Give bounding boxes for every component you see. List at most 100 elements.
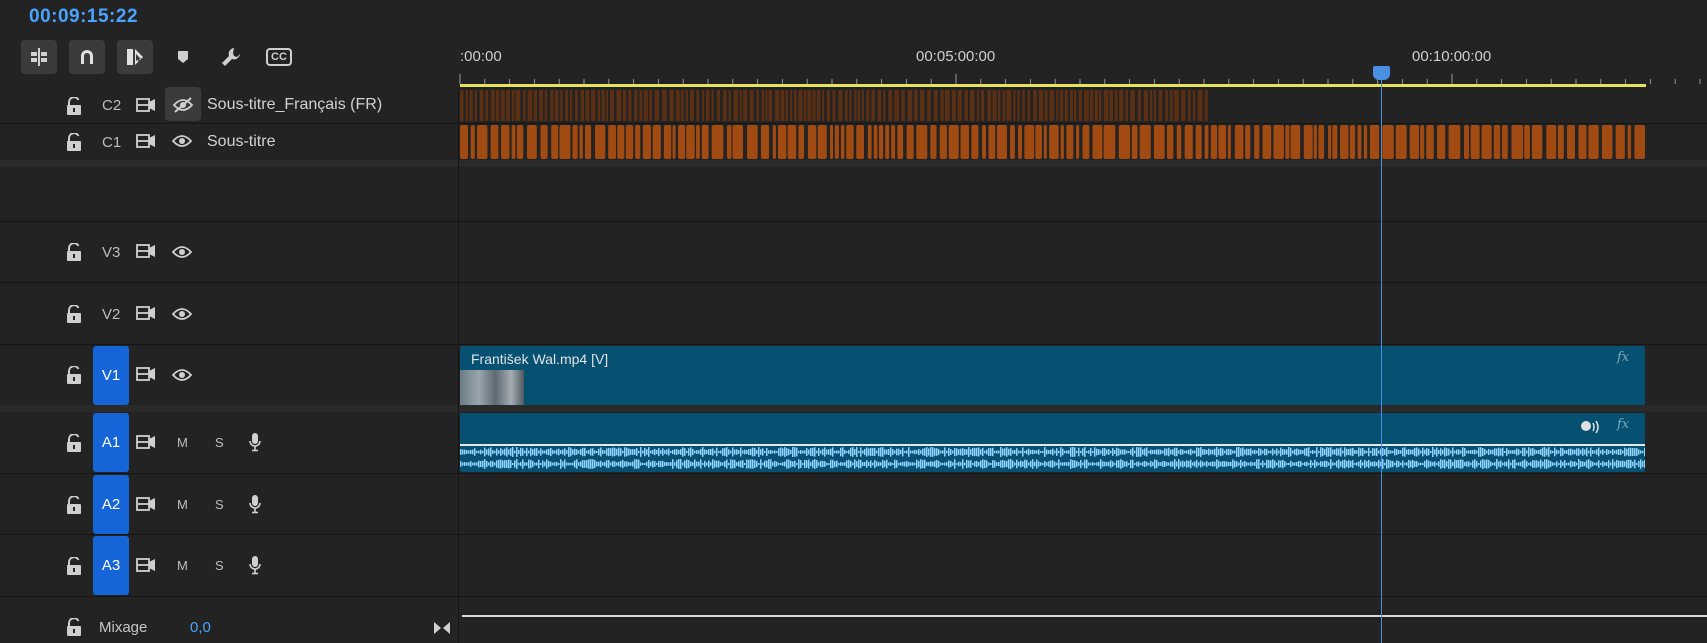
waveform-bar xyxy=(1290,460,1292,468)
video-clip-fx-badge[interactable]: fx xyxy=(1617,350,1629,365)
track-name-c1[interactable]: C1 xyxy=(102,134,121,151)
lock-v2-icon[interactable] xyxy=(66,304,82,323)
waveform-bar xyxy=(800,450,802,454)
waveform-bar xyxy=(770,459,772,469)
sync-lock-c2-icon[interactable] xyxy=(136,97,156,118)
waveform-bar xyxy=(688,448,690,456)
waveform-bar xyxy=(630,449,632,455)
sync-lock-a2-icon[interactable] xyxy=(136,496,156,517)
insert-sequence-button[interactable] xyxy=(21,40,57,74)
solo-a3-button[interactable]: S xyxy=(215,558,224,573)
caption-clip-c2 xyxy=(554,90,559,121)
waveform-bar xyxy=(518,462,520,466)
track-label-c2: Sous-titre_Français (FR) xyxy=(207,96,383,113)
waveform-bar xyxy=(1598,447,1600,457)
waveform-bar xyxy=(840,462,842,466)
track-name-a1[interactable]: A1 xyxy=(93,413,129,472)
track-name-v3[interactable]: V3 xyxy=(102,244,120,261)
mute-a2-button[interactable]: M xyxy=(177,497,188,512)
waveform-bar xyxy=(1020,450,1022,454)
waveform-bar xyxy=(954,459,956,469)
sync-lock-a1-icon[interactable] xyxy=(136,434,156,455)
add-marker-button[interactable] xyxy=(165,40,201,74)
lock-v3-icon[interactable] xyxy=(66,242,82,261)
waveform-bar xyxy=(1068,450,1070,454)
lock-c1-icon[interactable] xyxy=(66,132,82,151)
waveform-bar xyxy=(1574,461,1576,467)
waveform-bar xyxy=(1250,461,1252,467)
waveform-bar xyxy=(1358,447,1360,457)
mix-volume-line[interactable] xyxy=(462,615,1707,617)
sync-lock-v2-icon[interactable] xyxy=(136,305,156,326)
timeline-settings-button[interactable] xyxy=(213,40,249,74)
lock-v1-icon[interactable] xyxy=(66,365,82,384)
audio-level-line[interactable] xyxy=(460,444,1645,446)
current-timecode[interactable]: 00:09:15:22 xyxy=(29,6,138,28)
audio-clip[interactable]: fx xyxy=(460,413,1645,472)
sync-lock-c1-icon[interactable] xyxy=(136,133,156,154)
waveform-bar xyxy=(926,447,928,457)
caption-clip-c1 xyxy=(1184,125,1193,159)
microphone-a1-icon[interactable] xyxy=(248,432,262,457)
waveform-bar xyxy=(666,449,668,455)
caption-clip-c1 xyxy=(490,125,499,159)
captions-button[interactable]: CC xyxy=(261,40,297,74)
mute-a1-button[interactable]: M xyxy=(177,435,188,450)
snap-button[interactable] xyxy=(69,40,105,74)
waveform-bar xyxy=(1052,448,1054,456)
eye-v1-icon[interactable] xyxy=(171,368,193,387)
sync-lock-a3-icon[interactable] xyxy=(136,557,156,578)
linked-selection-button[interactable] xyxy=(117,40,153,74)
time-ruler[interactable]: :00:00 00:05:00:00 00:10:00:00 xyxy=(458,40,1707,88)
track-name-v1[interactable]: V1 xyxy=(93,346,129,405)
caption-clip-c2 xyxy=(1158,90,1163,121)
playhead-handle[interactable] xyxy=(1373,66,1390,80)
playhead-line[interactable] xyxy=(1381,70,1382,643)
caption-clip-c1 xyxy=(1363,125,1368,159)
work-area-bar[interactable] xyxy=(460,84,1646,87)
waveform-bar xyxy=(1520,461,1522,467)
lock-a2-icon[interactable] xyxy=(66,495,82,514)
toggle-output-c2-button[interactable] xyxy=(165,87,201,121)
sync-lock-v1-icon[interactable] xyxy=(136,366,156,387)
lock-mix-icon[interactable] xyxy=(66,617,82,636)
lock-c2-icon[interactable] xyxy=(66,96,82,115)
microphone-a3-icon[interactable] xyxy=(248,555,262,580)
mute-a3-button[interactable]: M xyxy=(177,558,188,573)
caption-video-divider[interactable] xyxy=(0,160,1707,167)
waveform-bar xyxy=(1438,449,1440,455)
waveform-bar xyxy=(1480,447,1482,457)
caption-clip-c1 xyxy=(460,125,469,159)
audio-clip-fx-badge[interactable]: fx xyxy=(1617,417,1629,432)
waveform-bar xyxy=(1368,459,1370,469)
track-name-v2[interactable]: V2 xyxy=(102,306,120,323)
eye-v3-icon[interactable] xyxy=(171,245,193,264)
caption-clip-c1 xyxy=(1511,125,1524,159)
mix-value[interactable]: 0,0 xyxy=(190,619,211,636)
waveform-bar xyxy=(1322,461,1324,467)
waveform-bar xyxy=(1582,461,1584,467)
eye-c1-icon[interactable] xyxy=(171,134,193,153)
track-name-c2[interactable]: C2 xyxy=(102,97,121,114)
video-clip[interactable]: František Wal.mp4 [V] fx xyxy=(460,346,1645,405)
solo-a1-button[interactable]: S xyxy=(215,435,224,450)
waveform-bar xyxy=(512,447,514,457)
waveform-bar xyxy=(1626,448,1628,456)
waveform-bar xyxy=(1406,449,1408,455)
caption-clip-c2 xyxy=(676,90,680,121)
solo-a2-button[interactable]: S xyxy=(215,497,224,512)
track-name-a3[interactable]: A3 xyxy=(93,536,129,595)
caption-clip-c1 xyxy=(1234,125,1244,159)
sync-lock-v3-icon[interactable] xyxy=(136,243,156,264)
mix-collapse-icon[interactable] xyxy=(433,621,451,640)
lock-a1-icon[interactable] xyxy=(66,433,82,452)
waveform-bar xyxy=(1008,459,1010,469)
lock-a3-icon[interactable] xyxy=(66,556,82,575)
track-name-a2[interactable]: A2 xyxy=(93,475,129,534)
waveform-bar xyxy=(1638,449,1640,455)
caption-clips[interactable] xyxy=(460,88,1646,160)
microphone-a2-icon[interactable] xyxy=(248,494,262,519)
video-audio-divider[interactable] xyxy=(0,405,1707,412)
waveform-bar xyxy=(954,447,956,457)
eye-v2-icon[interactable] xyxy=(171,307,193,326)
